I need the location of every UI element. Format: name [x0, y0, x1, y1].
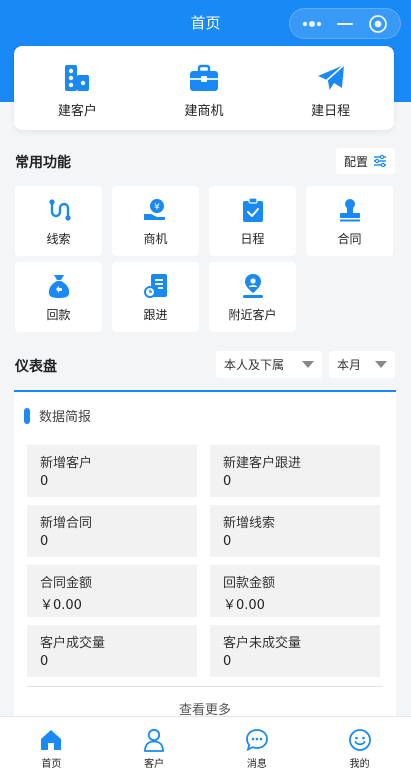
quick-create-customer-label: 建客户 [57, 104, 97, 119]
briefcase-icon [188, 62, 220, 94]
quick-actions-card: 建客户 建商机 建日程 [14, 46, 394, 130]
sliders-icon [374, 155, 386, 167]
tab-customers[interactable]: 客户 [103, 717, 206, 783]
stat-value: 0 [223, 654, 232, 669]
tab-home[interactable]: 首页 [0, 717, 103, 783]
stat-payment-amount[interactable]: 回款金额 ￥0.00 [210, 565, 380, 617]
func-nearby-customers-label: 附近客户 [228, 307, 277, 322]
stat-value: 0 [223, 474, 232, 489]
stamp-icon [336, 196, 364, 224]
func-follow-up[interactable]: 跟进 [112, 262, 199, 332]
stat-label: 新建客户跟进 [223, 456, 302, 471]
func-payment[interactable]: 回款 [15, 262, 102, 332]
tab-customers-label: 客户 [144, 759, 165, 770]
opportunity-icon: ¥ [142, 196, 170, 224]
tab-mine-label: 我的 [349, 759, 370, 770]
tab-messages[interactable]: 消息 [206, 717, 309, 783]
func-nearby-customers[interactable]: 附近客户 [209, 262, 296, 332]
stat-unclosed-customers[interactable]: 客户未成交量 0 [210, 625, 380, 677]
smile-icon [348, 728, 372, 752]
stat-label: 客户未成交量 [223, 636, 302, 651]
accent-bar [24, 407, 30, 424]
config-label: 配置 [343, 154, 368, 169]
stat-label: 新增合同 [40, 516, 93, 531]
stat-label: 新增线索 [223, 516, 276, 531]
scope-select[interactable]: 本人及下属 [216, 351, 322, 378]
quick-create-opportunity-label: 建商机 [184, 104, 224, 119]
user-icon [142, 728, 166, 752]
stat-value: 0 [40, 534, 49, 549]
stat-new-contracts[interactable]: 新增合同 0 [27, 505, 197, 557]
common-functions-title: 常用功能 [15, 155, 71, 171]
home-icon [39, 728, 63, 752]
scope-select-value: 本人及下属 [224, 358, 285, 372]
func-follow-up-label: 跟进 [143, 307, 168, 322]
paper-plane-icon [315, 62, 347, 94]
tab-mine[interactable]: 我的 [308, 717, 411, 783]
stat-value: 0 [223, 534, 232, 549]
minimize-icon[interactable] [333, 13, 357, 35]
close-target-icon[interactable] [366, 13, 390, 35]
building-icon [61, 62, 93, 94]
tab-messages-label: 消息 [246, 759, 267, 770]
quick-create-schedule-label: 建日程 [311, 104, 351, 119]
period-select[interactable]: 本月 [329, 351, 395, 378]
bottom-tabbar: 首页 客户 消息 我的 [0, 716, 411, 783]
config-button[interactable]: 配置 [336, 148, 395, 174]
func-payment-label: 回款 [46, 307, 71, 322]
func-schedule-label: 日程 [240, 231, 265, 246]
data-brief-card: 数据简报 新增客户 0 新建客户跟进 0 新增合同 0 新增线索 0 合同金额 … [14, 390, 396, 718]
period-select-value: 本月 [337, 358, 362, 372]
stat-label: 新增客户 [40, 456, 93, 471]
more-dots-icon[interactable] [300, 13, 324, 35]
func-opportunity-label: 商机 [143, 231, 168, 246]
calendar-icon [239, 196, 267, 224]
clue-icon [45, 196, 73, 224]
data-brief-title: 数据简报 [39, 410, 92, 425]
location-icon [239, 272, 267, 300]
stat-value: 0 [40, 654, 49, 669]
stat-new-clues[interactable]: 新增线索 0 [210, 505, 380, 557]
divider [27, 686, 383, 687]
func-clue[interactable]: 线索 [15, 186, 102, 256]
caret-down-icon [302, 361, 314, 368]
stat-label: 客户成交量 [40, 636, 106, 651]
func-clue-label: 线索 [46, 231, 71, 246]
stat-closed-customers[interactable]: 客户成交量 0 [27, 625, 197, 677]
stat-label: 回款金额 [223, 576, 276, 591]
func-schedule[interactable]: 日程 [209, 186, 296, 256]
quick-create-opportunity[interactable]: 建商机 [141, 46, 268, 130]
quick-create-customer[interactable]: 建客户 [14, 46, 141, 130]
dashboard-title: 仪表盘 [15, 359, 57, 375]
quick-create-schedule[interactable]: 建日程 [267, 46, 394, 130]
caret-down-icon [375, 361, 387, 368]
tab-home-label: 首页 [41, 759, 62, 770]
stat-value: ￥0.00 [223, 598, 265, 613]
stat-contract-amount[interactable]: 合同金额 ￥0.00 [27, 565, 197, 617]
stat-value: 0 [40, 474, 49, 489]
stat-value: ￥0.00 [40, 598, 82, 613]
func-opportunity[interactable]: ¥ 商机 [112, 186, 199, 256]
stat-label: 合同金额 [40, 576, 93, 591]
svg-text:¥: ¥ [154, 202, 160, 212]
money-bag-icon [45, 272, 73, 300]
func-contract-label: 合同 [337, 231, 362, 246]
miniprogram-capsule [289, 8, 401, 39]
stat-new-followups[interactable]: 新建客户跟进 0 [210, 445, 380, 497]
follow-up-icon [142, 272, 170, 300]
func-contract[interactable]: 合同 [306, 186, 393, 256]
stat-new-customers[interactable]: 新增客户 0 [27, 445, 197, 497]
message-icon [245, 728, 269, 752]
data-brief-header: 数据简报 [24, 406, 91, 425]
